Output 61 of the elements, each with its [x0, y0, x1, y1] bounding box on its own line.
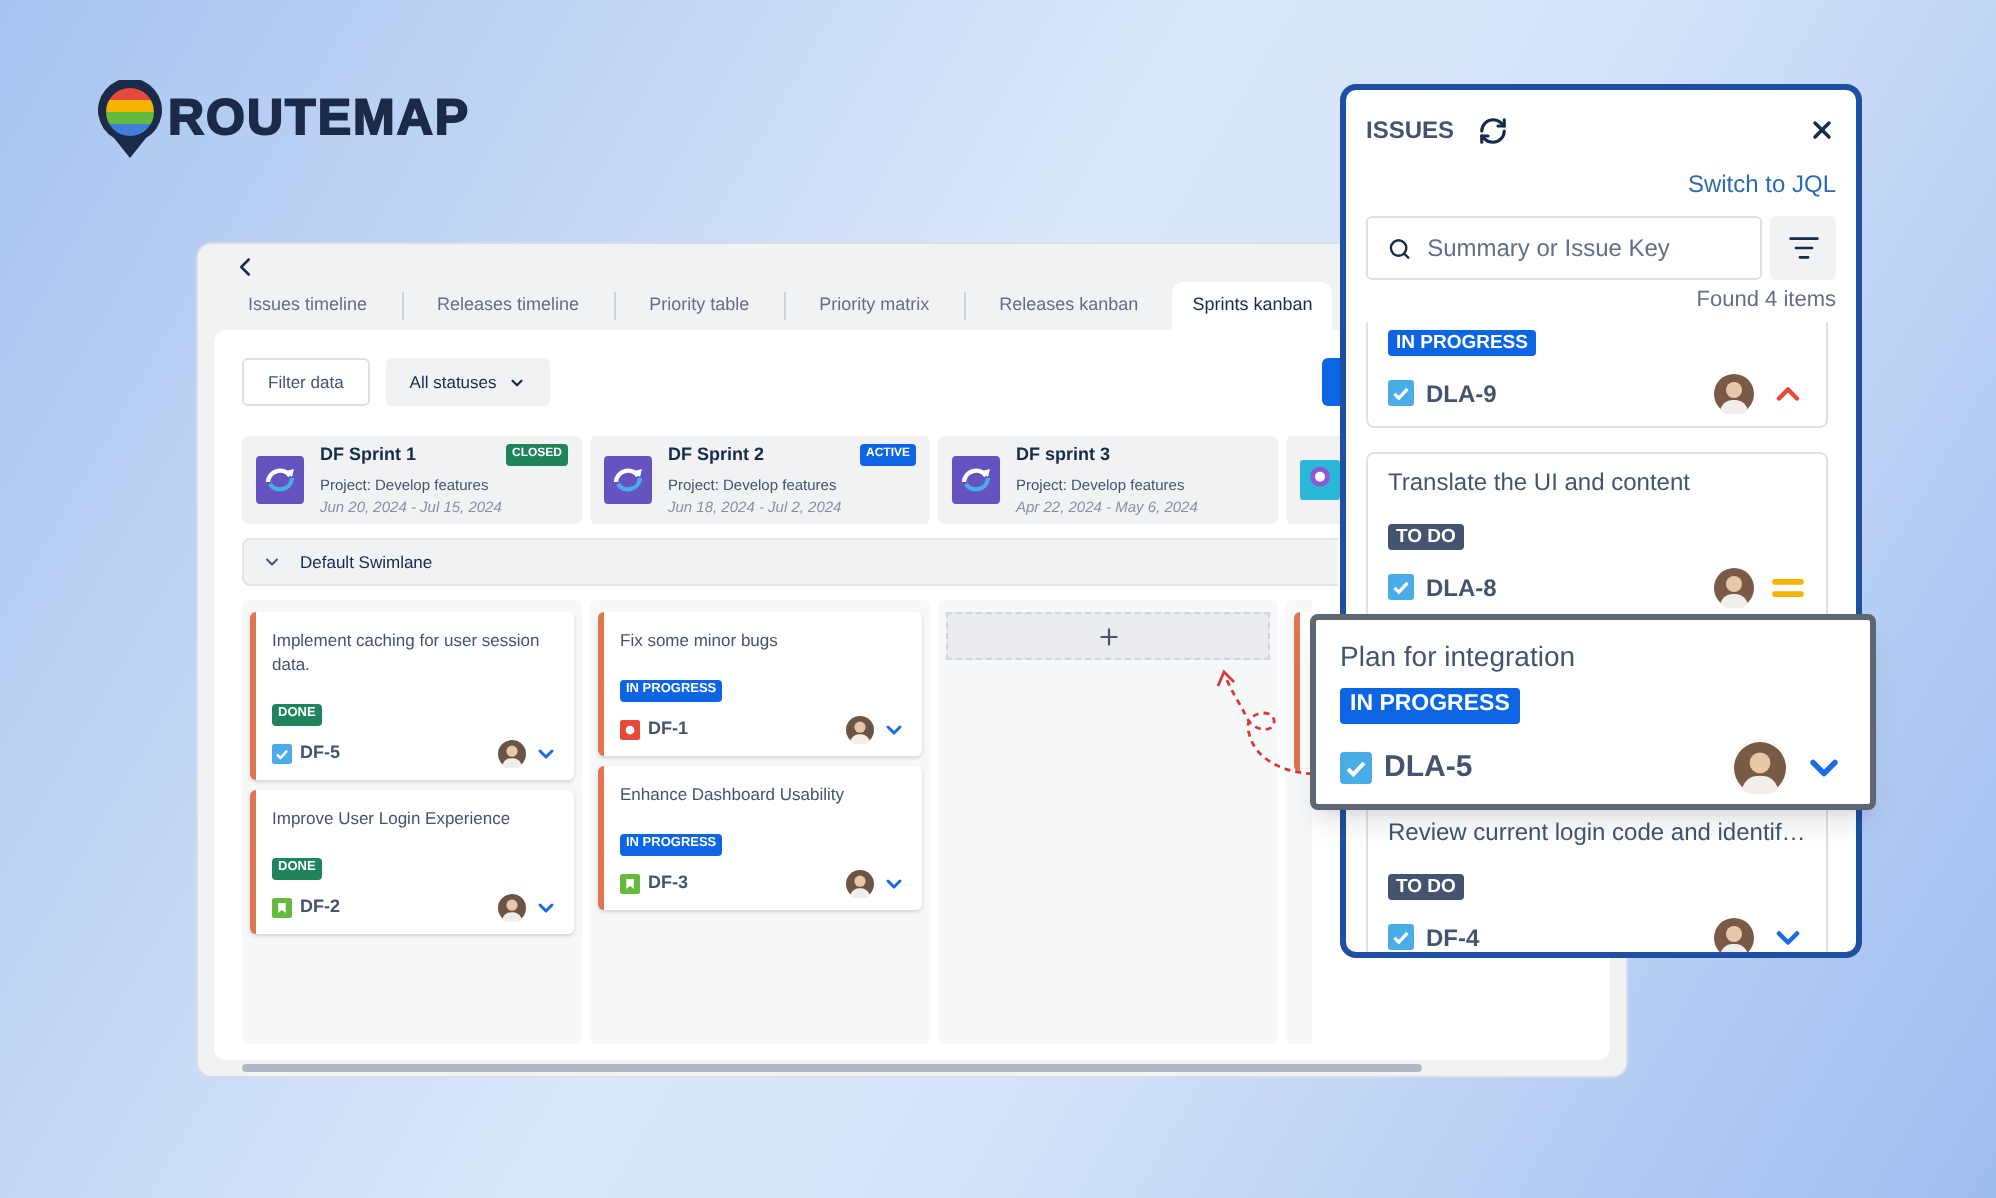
issue-key: DLA-8	[1426, 569, 1497, 605]
card-title: Translate the UI and content	[1388, 465, 1692, 497]
status-badge: TO DO	[1388, 873, 1464, 900]
card-title: Improve User Login Experience	[272, 806, 513, 830]
avatar	[498, 894, 526, 922]
card-title: Review current login code and identif…	[1388, 815, 1806, 847]
status-dropdown[interactable]: All statuses	[385, 358, 551, 406]
dashed-arrow	[1212, 668, 1316, 780]
tab[interactable]: Priority matrix	[785, 282, 964, 330]
filter-icon	[1787, 232, 1819, 264]
filter-icon-button[interactable]	[1770, 216, 1836, 280]
avatar	[846, 870, 874, 898]
tab[interactable]: Sprints kanban	[1172, 282, 1333, 330]
search-icon	[1388, 235, 1412, 261]
avatar	[1713, 567, 1754, 607]
close-icon[interactable]	[1808, 116, 1836, 144]
avatar	[498, 740, 526, 768]
issue-key: DF-5	[300, 740, 340, 768]
search-field[interactable]: Summary or Issue Key	[1366, 216, 1762, 280]
issue-key: DF-4	[1426, 919, 1480, 952]
plus-icon	[1095, 623, 1121, 649]
results-count: Found 4 items	[1696, 286, 1836, 316]
scrollbar[interactable]	[242, 1064, 1422, 1072]
issue-key: DF-2	[300, 894, 340, 922]
refresh-icon[interactable]	[1478, 115, 1509, 145]
issue-key: DF-1	[648, 716, 688, 744]
tab[interactable]: Releases timeline	[403, 282, 614, 330]
issue-key: DLA-5	[1384, 745, 1473, 791]
sprint-name: DF Sprint 2	[668, 442, 765, 468]
status-badge: TO DO	[1388, 523, 1464, 550]
filter-button[interactable]: Filter data	[242, 358, 370, 406]
avatar	[1734, 742, 1786, 794]
panel-title: ISSUES	[1366, 114, 1455, 148]
search-input[interactable]: Summary or Issue Key	[1427, 230, 1740, 266]
logo-wordmark: ROUTEMAP	[168, 88, 471, 151]
tab[interactable]: Issues timeline	[214, 282, 402, 330]
card-title: Implement caching for user session data.	[272, 628, 542, 676]
map-pin-logo-icon	[96, 80, 164, 160]
switch-to-jql-link[interactable]: Switch to JQL	[1687, 166, 1836, 202]
sprint-cycle-icon	[952, 456, 1000, 504]
avatar	[1713, 917, 1754, 952]
issue-key: DLA-9	[1426, 375, 1497, 411]
swimlane-label: Default Swimlane	[300, 549, 433, 575]
dragged-card-overlay[interactable]: Plan for integration IN PROGRESS DLA-5	[1310, 614, 1876, 810]
sprint-name: DF Sprint 1	[320, 442, 417, 468]
issue-card[interactable]: IN PROGRESS DLA-9	[1366, 321, 1828, 427]
card-title: Enhance Dashboard Usability	[620, 782, 846, 806]
swimlane-header[interactable]: Default Swimlane	[242, 538, 1338, 586]
avatar	[846, 716, 874, 744]
tab[interactable]: Priority table	[615, 282, 784, 330]
sprint-cycle-icon	[256, 456, 304, 504]
card-title: Fix some minor bugs	[620, 628, 780, 652]
sprint-cycle-icon	[604, 456, 652, 504]
status-badge: IN PROGRESS	[1388, 329, 1536, 356]
avatar	[1713, 373, 1754, 413]
status-badge: IN PROGRESS	[1340, 688, 1520, 723]
tab[interactable]: Releases kanban	[965, 282, 1173, 330]
card-title: Plan for integration	[1340, 638, 1578, 676]
issue-key: DF-3	[648, 870, 688, 898]
sprint-card[interactable]	[1286, 436, 1340, 524]
sprint-name: DF sprint 3	[1016, 442, 1111, 468]
